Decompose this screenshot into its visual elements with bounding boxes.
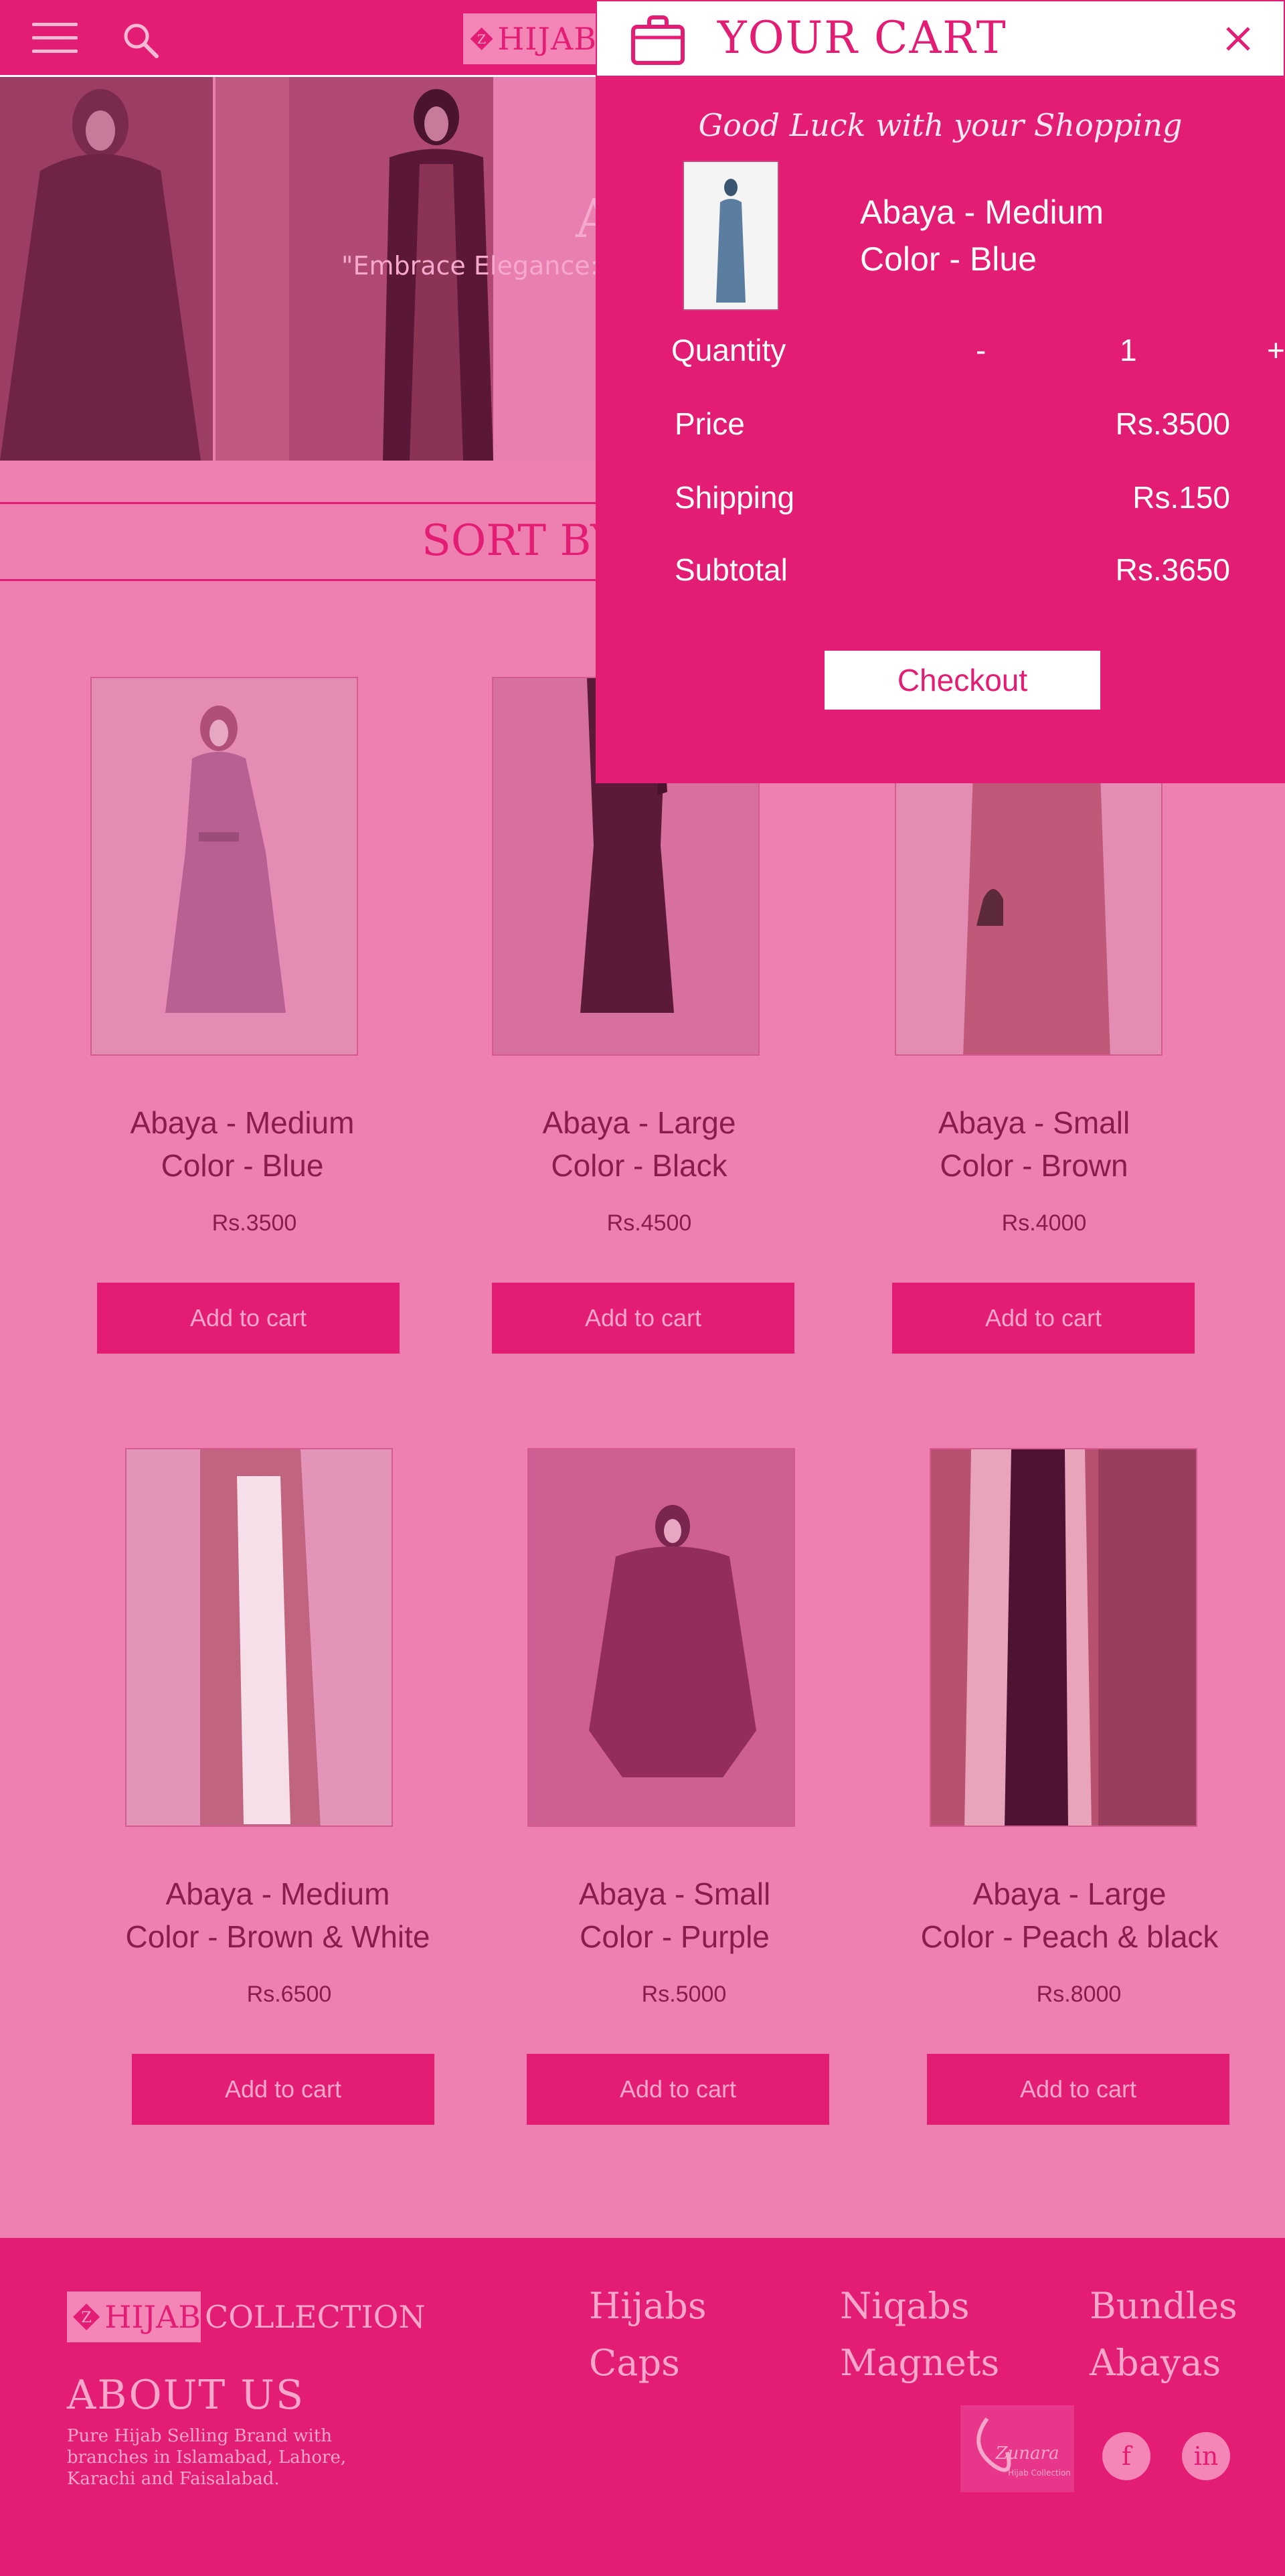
checkout-button[interactable]: Checkout [825,651,1100,710]
add-to-cart-button[interactable]: Add to cart [492,1283,794,1354]
product-name: Abaya - Medium Color - Brown & White [125,1876,430,1954]
product-price: Rs.3500 [211,1210,297,1236]
subtotal-label: Subtotal [675,552,788,587]
svg-text:Z: Z [81,2309,92,2326]
quantity-row: Quantity - 1 + [671,332,1285,368]
footer-link-magnets[interactable]: Magnets [840,2342,999,2384]
cart-panel: YOUR CART Good Luck with your Shopping A… [596,0,1285,783]
cart-header: YOUR CART [596,0,1285,77]
product-name: Abaya - Large Color - Peach & black [920,1876,1219,1954]
shipping-row: Shipping Rs.150 [675,479,1230,515]
site-footer: Z HIJAB COLLECTION ABOUT US Pure Hijab S… [0,2238,1285,2576]
shipping-label: Shipping [675,480,795,515]
quantity-label: Quantity [671,333,786,368]
logo-mark-icon: Z [470,27,493,51]
subtotal-value: Rs.3650 [1115,552,1230,587]
cart-item-name: Abaya - Medium Color - Blue [860,193,1104,278]
add-to-cart-button[interactable]: Add to cart [132,2054,434,2125]
subtotal-row: Subtotal Rs.3650 [675,552,1230,588]
price-row: Price Rs.3500 [675,406,1230,442]
product-name: Abaya - Large Color - Black [542,1105,736,1183]
quantity-increase-button[interactable]: + [1267,332,1285,368]
cart-greeting: Good Luck with your Shopping [698,107,1183,143]
svg-text:Zunara: Zunara [995,2443,1059,2464]
product-price: Rs.4000 [1001,1210,1087,1236]
product-image[interactable] [527,1448,795,1827]
logo-mark-icon: Z [73,2303,100,2331]
add-to-cart-button[interactable]: Add to cart [97,1283,400,1354]
hero-quote: "Embrace Elegance: D [341,251,626,280]
svg-text:Z: Z [477,32,486,47]
add-to-cart-button[interactable]: Add to cart [927,2054,1229,2125]
product-image[interactable] [125,1448,393,1827]
product-image[interactable] [90,677,358,1056]
logo-text: HIJAB [497,21,597,57]
product-price: Rs.6500 [246,1982,332,2007]
product-price: Rs.8000 [1036,1982,1122,2007]
about-us-title: ABOUT US [67,2372,305,2419]
price-value: Rs.3500 [1115,406,1230,441]
about-us-text: Pure Hijab Selling Brand with branches i… [67,2426,347,2489]
product-image[interactable] [930,1448,1197,1827]
footer-link-caps[interactable]: Caps [589,2342,680,2384]
product-name: Abaya - Small Color - Brown [938,1105,1130,1183]
quantity-decrease-button[interactable]: - [976,332,986,368]
product-price: Rs.4500 [606,1210,692,1236]
quantity-value: 1 [1120,333,1137,368]
svg-text:Hijab Collection: Hijab Collection [1008,2468,1071,2478]
price-label: Price [675,406,745,441]
site-logo[interactable]: Z HIJAB [463,13,597,64]
footer-link-abayas[interactable]: Abayas [1090,2342,1221,2384]
linkedin-icon[interactable]: in [1182,2432,1230,2480]
footer-link-niqabs[interactable]: Niqabs [840,2285,970,2327]
cart-title: YOUR CART [717,12,1007,64]
footer-logo-text: HIJAB [104,2299,201,2335]
cart-item-image [683,161,779,311]
brand-badge-logo: Zunara Hijab Collection [960,2405,1074,2492]
facebook-icon[interactable]: f [1102,2432,1150,2480]
footer-logo[interactable]: Z HIJAB COLLECTION [67,2291,426,2342]
hamburger-menu-icon[interactable] [32,19,78,58]
hero-photo-left [0,77,213,461]
product-price: Rs.5000 [641,1982,727,2007]
product-name: Abaya - Medium Color - Blue [130,1105,355,1183]
add-to-cart-button[interactable]: Add to cart [527,2054,829,2125]
hero-photo-gap [216,77,289,461]
shipping-value: Rs.150 [1132,480,1230,515]
add-to-cart-button[interactable]: Add to cart [892,1283,1195,1354]
close-icon[interactable] [1223,24,1253,54]
product-name: Abaya - Small Color - Purple [578,1876,771,1954]
search-icon[interactable] [120,20,161,60]
footer-logo-suffix: COLLECTION [205,2299,426,2335]
footer-link-bundles[interactable]: Bundles [1090,2285,1237,2327]
shopping-bag-icon [631,15,685,65]
sort-by-label[interactable]: SORT BY [422,516,619,566]
footer-link-hijabs[interactable]: Hijabs [589,2285,707,2327]
